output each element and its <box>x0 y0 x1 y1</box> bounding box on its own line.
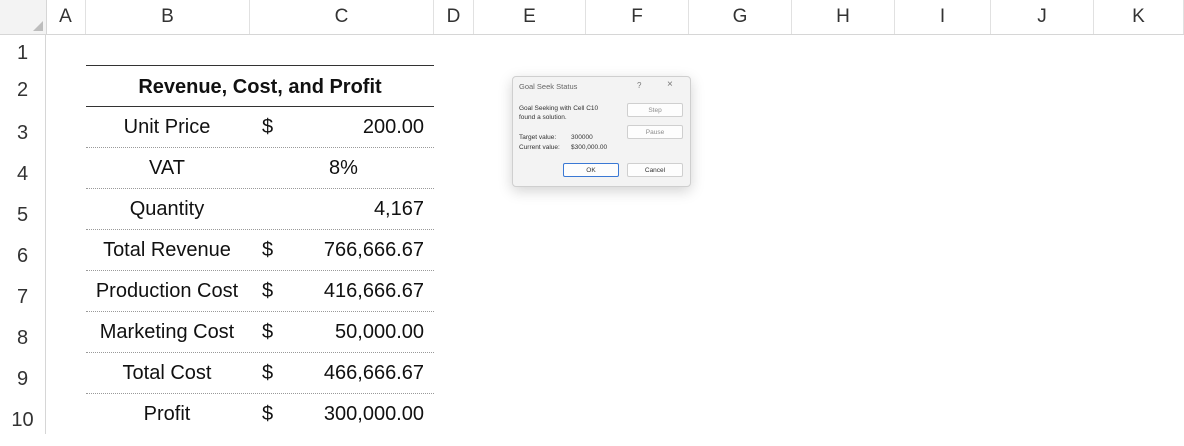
row-label: Unit Price <box>123 116 211 138</box>
row-label: Production Cost <box>95 280 239 302</box>
currency-symbol: $ <box>262 239 274 261</box>
table-row-total-cost[interactable]: Total Cost $ 466,666.67 <box>86 353 434 394</box>
row-header-7[interactable]: 7 <box>0 271 46 312</box>
row-value: 200.00 <box>362 116 424 138</box>
row-header-10[interactable]: 10 <box>0 394 46 434</box>
table-row-profit[interactable]: Profit $ 300,000.00 <box>86 394 434 435</box>
column-header-d[interactable]: D <box>434 0 474 34</box>
column-header-j[interactable]: J <box>991 0 1094 34</box>
help-icon[interactable]: ? <box>637 81 641 90</box>
current-value-label: Current value: <box>519 144 560 151</box>
row-header-5[interactable]: 5 <box>0 189 46 230</box>
row-header-2[interactable]: 2 <box>0 65 46 107</box>
row-value: 300,000.00 <box>323 403 424 425</box>
table-top-border <box>86 65 434 66</box>
row-value: 416,666.67 <box>323 280 424 302</box>
column-header-e[interactable]: E <box>474 0 586 34</box>
cancel-button[interactable]: Cancel <box>627 163 683 177</box>
spreadsheet: A B C D E F G H I J K 1 2 3 4 5 6 7 8 9 … <box>0 0 1184 434</box>
table-row-vat[interactable]: VAT 8% <box>86 148 434 189</box>
table-row-marketing-cost[interactable]: Marketing Cost $ 50,000.00 <box>86 312 434 353</box>
column-header-a[interactable]: A <box>46 0 86 34</box>
row-value: 4,167 <box>373 198 424 220</box>
row-label: Marketing Cost <box>99 321 235 343</box>
target-value: 300000 <box>571 134 593 141</box>
dialog-message-line1: Goal Seeking with Cell C10 <box>519 105 599 112</box>
currency-symbol: $ <box>262 280 274 302</box>
close-icon[interactable]: × <box>667 79 673 90</box>
column-header-f[interactable]: F <box>586 0 689 34</box>
column-header-c[interactable]: C <box>250 0 434 34</box>
row-header-1[interactable]: 1 <box>0 34 46 65</box>
current-value: $300,000.00 <box>571 144 608 151</box>
table-row-quantity[interactable]: Quantity 4,167 <box>86 189 434 230</box>
table-row-total-revenue[interactable]: Total Revenue $ 766,666.67 <box>86 230 434 271</box>
table-row-production-cost[interactable]: Production Cost $ 416,666.67 <box>86 271 434 312</box>
select-all-corner[interactable] <box>0 0 47 34</box>
ok-button[interactable]: OK <box>563 163 619 177</box>
row-label: Total Cost <box>122 362 212 384</box>
row-label: Quantity <box>129 198 205 220</box>
row-value: 766,666.67 <box>323 239 424 261</box>
column-header-b[interactable]: B <box>86 0 250 34</box>
row-value: 466,666.67 <box>323 362 424 384</box>
step-button[interactable]: Step <box>627 103 683 117</box>
currency-symbol: $ <box>262 403 274 425</box>
column-header-i[interactable]: I <box>895 0 991 34</box>
column-header-k[interactable]: K <box>1094 0 1184 34</box>
pause-button[interactable]: Pause <box>627 125 683 139</box>
column-header-h[interactable]: H <box>792 0 895 34</box>
row-label: Profit <box>143 403 191 425</box>
currency-symbol <box>262 148 282 189</box>
column-header-g[interactable]: G <box>689 0 792 34</box>
currency-symbol: $ <box>262 362 274 384</box>
row-header-4[interactable]: 4 <box>0 148 46 189</box>
currency-symbol <box>262 189 282 230</box>
row-header-6[interactable]: 6 <box>0 230 46 271</box>
table-row-unit-price[interactable]: Unit Price $ 200.00 <box>86 107 434 148</box>
target-value-label: Target value: <box>519 134 557 141</box>
dialog-message-line2: found a solution. <box>519 114 567 121</box>
currency-symbol: $ <box>262 321 274 343</box>
row-value: 8% <box>329 157 358 179</box>
row-label: VAT <box>149 157 185 179</box>
column-header-row: A B C D E F G H I J K <box>0 0 1184 35</box>
row-header-3[interactable]: 3 <box>0 107 46 148</box>
row-value: 50,000.00 <box>335 321 424 343</box>
currency-symbol: $ <box>262 116 274 138</box>
row-header-9[interactable]: 9 <box>0 353 46 394</box>
goal-seek-status-dialog: Goal Seek Status ? × Goal Seeking with C… <box>512 76 691 187</box>
dialog-title: Goal Seek Status <box>519 82 578 91</box>
table-title[interactable]: Revenue, Cost, and Profit <box>86 68 434 106</box>
row-label: Total Revenue <box>103 239 231 261</box>
row-header-8[interactable]: 8 <box>0 312 46 353</box>
